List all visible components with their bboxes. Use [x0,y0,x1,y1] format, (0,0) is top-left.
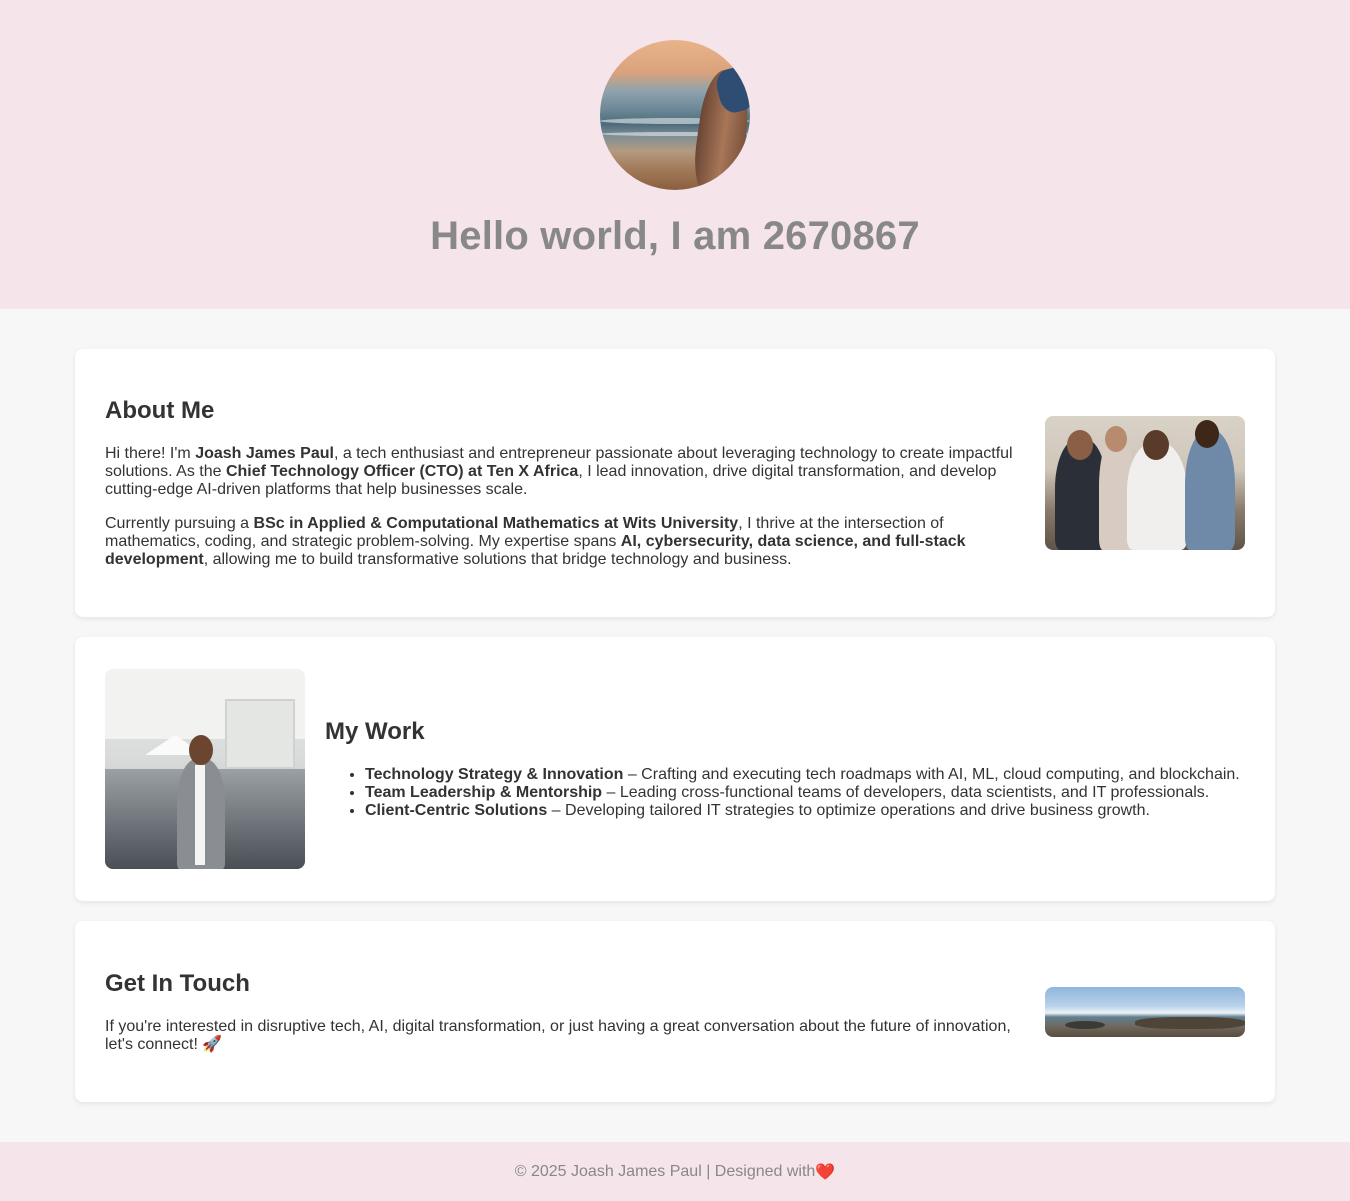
contact-card: Get In Touch If you're interested in dis… [75,921,1275,1102]
heart-icon: ❤️ [815,1163,836,1181]
profile-avatar [600,40,750,190]
list-item: Client-Centric Solutions – Developing ta… [365,802,1245,820]
about-paragraph-2: Currently pursuing a BSc in Applied & Co… [105,515,966,568]
hero-header: Hello world, I am 2670867 [0,0,1350,309]
about-card: About Me Hi there! I'm Joash James Paul,… [75,349,1275,617]
footer-text: © 2025 Joash James Paul | Designed with [514,1162,816,1180]
event-photo [105,669,305,869]
list-item: Team Leadership & Mentorship – Leading c… [365,784,1245,802]
work-list: Technology Strategy & Innovation – Craft… [325,766,1245,820]
about-heading: About Me [105,397,215,424]
site-footer: © 2025 Joash James Paul | Designed with … [0,1142,1350,1201]
contact-heading: Get In Touch [105,969,250,997]
main-content: About Me Hi there! I'm Joash James Paul,… [0,309,1350,1102]
work-card: My Work Technology Strategy & Innovation… [75,637,1275,901]
conference-photo [1045,416,1245,550]
about-paragraph-1: Hi there! I'm Joash James Paul, a tech e… [105,445,1013,498]
contact-text: If you're interested in disruptive tech,… [105,1017,1011,1053]
coastline-photo [1045,986,1245,1037]
list-item: Technology Strategy & Innovation – Craft… [365,766,1245,784]
hero-title: Hello world, I am 2670867 [430,214,920,258]
work-heading: My Work [325,718,425,745]
